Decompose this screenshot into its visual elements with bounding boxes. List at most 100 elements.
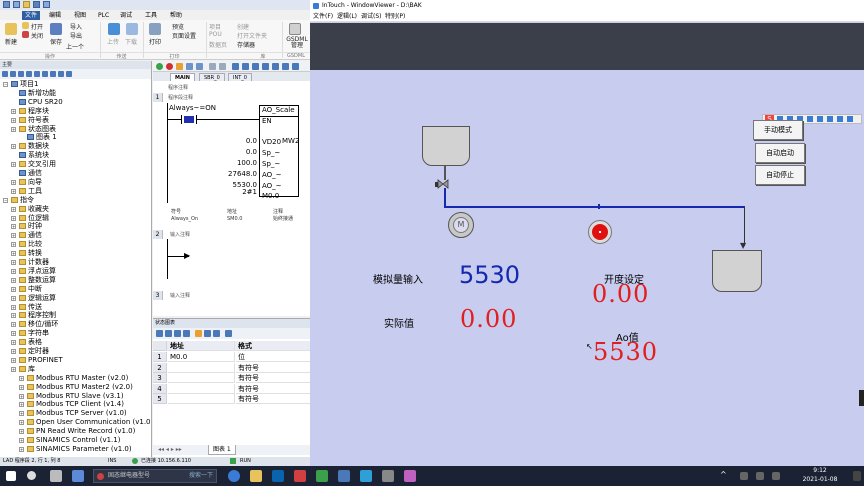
expand-toggle-icon[interactable]: + (11, 126, 16, 132)
expand-toggle-icon[interactable]: + (19, 411, 24, 417)
intouch-taskbar-icon[interactable] (360, 470, 372, 482)
expand-toggle-icon[interactable]: + (11, 179, 16, 185)
expand-toggle-icon[interactable]: + (11, 108, 16, 114)
upload-icon[interactable] (186, 63, 193, 70)
address-cell[interactable] (168, 362, 235, 373)
table-row[interactable]: 1 M0.0 位 (153, 352, 310, 362)
tree-tool-icon[interactable] (50, 71, 56, 77)
ime-tool-icon[interactable] (847, 116, 853, 122)
open-icon[interactable] (23, 1, 30, 8)
print-icon[interactable] (43, 1, 50, 8)
chart-tool-icon[interactable] (156, 330, 163, 337)
expand-toggle-icon[interactable]: + (11, 304, 16, 310)
network-number[interactable]: 2 (153, 230, 163, 239)
motor-icon[interactable]: M (448, 212, 474, 238)
monitor-icon[interactable] (232, 63, 239, 70)
expand-toggle-icon[interactable]: + (11, 331, 16, 337)
app-pinned-icon[interactable] (72, 470, 84, 482)
search-button[interactable]: 搜索一下 (189, 470, 213, 482)
volume-icon[interactable] (756, 472, 764, 480)
table-row[interactable]: 2 有符号 (153, 362, 310, 373)
control-valve-icon[interactable] (435, 178, 451, 190)
tab-int0[interactable]: INT_0 (228, 73, 252, 81)
tab-plc[interactable]: PLC (95, 11, 112, 20)
tab-edit[interactable]: 编辑 (46, 11, 64, 20)
close-button[interactable]: 关闭 (31, 31, 43, 40)
aoscale-block[interactable]: AO_Scale EN VD20 Sp_~ Sp_~ AO_~ AO_~ M0.… (259, 105, 299, 200)
tab-view[interactable]: 视图 (71, 11, 89, 20)
expand-toggle-icon[interactable]: + (19, 393, 24, 399)
expand-toggle-icon[interactable]: + (11, 295, 16, 301)
chart-tool-icon[interactable] (183, 330, 190, 337)
start-icon[interactable] (6, 471, 16, 481)
gsdml-button[interactable]: GSDML管理 (286, 37, 308, 49)
ime-tool-icon[interactable] (837, 116, 843, 122)
expand-toggle-icon[interactable]: − (3, 82, 8, 87)
ime-tool-icon[interactable] (807, 116, 813, 122)
project-library-button[interactable]: 项目 (209, 22, 221, 31)
expand-toggle-icon[interactable]: + (11, 277, 16, 283)
address-cell[interactable] (168, 383, 235, 394)
tab-sbr0[interactable]: SBR_0 (199, 73, 225, 81)
format-cell[interactable]: 有符号 (236, 384, 310, 394)
network-comment[interactable]: 程序段注释 (168, 94, 193, 101)
expand-toggle-icon[interactable]: + (11, 349, 16, 354)
chart-tool-icon[interactable] (225, 330, 232, 337)
menu-logic[interactable]: 逻辑(L) (337, 12, 357, 22)
insert-icon[interactable] (209, 63, 216, 70)
expand-toggle-icon[interactable]: + (11, 224, 16, 230)
chart-tool-icon[interactable] (165, 330, 172, 337)
expand-toggle-icon[interactable]: + (19, 438, 24, 443)
print-button[interactable]: 打印 (149, 37, 161, 46)
new-icon[interactable] (13, 1, 20, 8)
save-button[interactable]: 保存 (50, 37, 62, 46)
cortana-icon[interactable] (27, 471, 36, 480)
contact-symbol[interactable] (181, 115, 197, 124)
side-scroll-tab[interactable] (859, 390, 864, 406)
save-icon[interactable] (50, 23, 62, 35)
table-row[interactable]: 4 有符号 (153, 383, 310, 394)
tree-tool-icon[interactable] (58, 71, 64, 77)
tab-file[interactable]: 文件 (22, 11, 41, 20)
expand-toggle-icon[interactable]: + (11, 117, 16, 123)
table-row[interactable]: 3 有符号 (153, 373, 310, 383)
lad-editor[interactable]: 程序注释 1 程序段注释 Always~=ON AO_Scale EN VD20… (153, 81, 310, 316)
store-icon[interactable] (272, 470, 284, 482)
network-icon[interactable] (740, 472, 748, 480)
chart-tool-icon[interactable] (195, 330, 202, 337)
tab-main[interactable]: MAIN (170, 73, 195, 81)
tray-chevron-icon[interactable]: ^ (720, 470, 732, 482)
gsdml-icon[interactable] (289, 23, 301, 35)
page-setup-button[interactable]: 页面设置 (172, 31, 196, 40)
menu-file[interactable]: 文件(F) (313, 12, 333, 22)
sheet-nav-icon[interactable]: ◂◂ ◂ ▸ ▸▸ (158, 446, 182, 453)
expand-toggle-icon[interactable]: + (19, 429, 24, 435)
stop-icon[interactable] (166, 63, 173, 70)
tree-tool-icon[interactable] (34, 71, 40, 77)
tree-tool-icon[interactable] (18, 71, 24, 77)
task-view-icon[interactable] (50, 470, 62, 482)
box-icon[interactable] (272, 63, 279, 70)
chart-tool-icon[interactable] (174, 330, 181, 337)
chart-tool-icon[interactable] (204, 330, 211, 337)
expand-toggle-icon[interactable]: + (11, 340, 16, 346)
address-cell[interactable] (168, 373, 235, 383)
tab-help[interactable]: 帮助 (167, 11, 185, 20)
expand-toggle-icon[interactable]: + (11, 322, 16, 328)
network-comment[interactable]: 输入注释 (170, 292, 190, 299)
file-explorer-icon[interactable] (250, 470, 262, 482)
network-comment[interactable]: 输入注释 (170, 231, 190, 238)
app-icon[interactable] (382, 470, 394, 482)
download-button[interactable]: 下载 (125, 37, 137, 46)
download-icon[interactable] (196, 63, 203, 70)
tab-chart1[interactable]: 图表 1 (208, 445, 236, 455)
open-folder-button[interactable]: 打开文件夹 (237, 31, 267, 40)
ime-tool-icon[interactable] (817, 116, 823, 122)
delete-icon[interactable] (219, 63, 226, 70)
compile-icon[interactable] (176, 63, 183, 70)
tab-debug[interactable]: 调试 (117, 11, 135, 20)
tree-tool-icon[interactable] (10, 71, 16, 77)
format-cell[interactable]: 位 (236, 352, 310, 362)
export-button[interactable]: 导出 (70, 31, 82, 40)
ime-icon[interactable] (772, 472, 780, 480)
